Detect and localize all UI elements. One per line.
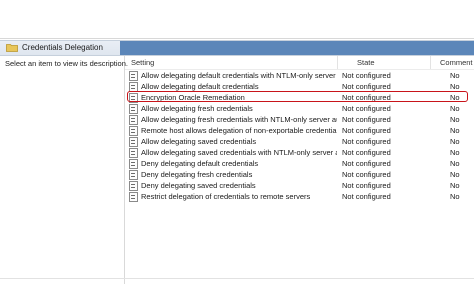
- setting-name: Restrict delegation of credentials to re…: [141, 192, 311, 201]
- policy-setting-icon: [129, 71, 138, 81]
- setting-name: Allow delegating saved credentials: [141, 137, 257, 146]
- top-strip: [0, 0, 474, 40]
- setting-comment: No: [450, 170, 460, 179]
- setting-name: Deny delegating default credentials: [141, 159, 259, 168]
- policy-setting-icon: [129, 170, 138, 180]
- policy-setting-icon: [129, 115, 138, 125]
- description-pane: Select an item to view its description.: [0, 56, 128, 284]
- table-row[interactable]: Remote host allows delegation of non-exp…: [125, 125, 474, 136]
- table-row[interactable]: Deny delegating fresh credentials Not co…: [125, 169, 474, 180]
- setting-name: Allow delegating fresh credentials: [141, 104, 253, 113]
- setting-state: Not configured: [342, 71, 391, 80]
- table-row[interactable]: Deny delegating saved credentials Not co…: [125, 180, 474, 191]
- header-bar: Credentials Delegation: [0, 40, 474, 56]
- table-row[interactable]: Allow delegating saved credentials with …: [125, 147, 474, 158]
- setting-name: Deny delegating saved credentials: [141, 181, 256, 190]
- policy-setting-icon: [129, 192, 138, 202]
- setting-comment: No: [450, 137, 460, 146]
- highlight-box: [127, 91, 468, 102]
- setting-comment: No: [450, 115, 460, 124]
- column-header-comment[interactable]: Comment: [440, 58, 473, 67]
- policy-setting-icon: [129, 181, 138, 191]
- setting-comment: No: [450, 159, 460, 168]
- setting-state: Not configured: [342, 104, 391, 113]
- setting-state: Not configured: [342, 181, 391, 190]
- header-accent: [120, 41, 474, 55]
- description-text: Select an item to view its description.: [5, 59, 128, 68]
- setting-name: Deny delegating fresh credentials: [141, 170, 253, 179]
- setting-name: Allow delegating fresh credentials with …: [141, 115, 337, 124]
- setting-comment: No: [450, 126, 460, 135]
- column-separator[interactable]: [337, 56, 338, 69]
- setting-state: Not configured: [342, 137, 391, 146]
- setting-comment: No: [450, 104, 460, 113]
- policy-setting-icon: [129, 148, 138, 158]
- setting-comment: No: [450, 192, 460, 201]
- setting-name: Remote host allows delegation of non-exp…: [141, 126, 337, 135]
- policy-setting-icon: [129, 159, 138, 169]
- folder-icon: [6, 44, 18, 52]
- top-divider: [0, 38, 474, 39]
- setting-state: Not configured: [342, 192, 391, 201]
- setting-state: Not configured: [342, 126, 391, 135]
- table-row[interactable]: Allow delegating saved credentials Not c…: [125, 136, 474, 147]
- table-row[interactable]: Allow delegating fresh credentials Not c…: [125, 103, 474, 114]
- setting-state: Not configured: [342, 170, 391, 179]
- setting-state: Not configured: [342, 148, 391, 157]
- table-row[interactable]: Allow delegating fresh credentials with …: [125, 114, 474, 125]
- policy-setting-icon: [129, 126, 138, 136]
- setting-state: Not configured: [342, 159, 391, 168]
- column-separator[interactable]: [430, 56, 431, 69]
- header-title: Credentials Delegation: [22, 43, 103, 52]
- column-header-setting[interactable]: Setting: [131, 58, 154, 67]
- table-row[interactable]: Restrict delegation of credentials to re…: [125, 191, 474, 202]
- table-row[interactable]: Allow delegating default credentials wit…: [125, 70, 474, 81]
- setting-comment: No: [450, 181, 460, 190]
- setting-name: Allow delegating saved credentials with …: [141, 148, 337, 157]
- policy-setting-icon: [129, 104, 138, 114]
- bottom-divider: [0, 278, 474, 279]
- policy-setting-icon: [129, 137, 138, 147]
- setting-name: Allow delegating default credentials wit…: [141, 71, 337, 80]
- setting-state: Not configured: [342, 115, 391, 124]
- table-row[interactable]: Deny delegating default credentials Not …: [125, 158, 474, 169]
- setting-comment: No: [450, 71, 460, 80]
- column-header-state[interactable]: State: [357, 58, 375, 67]
- setting-comment: No: [450, 148, 460, 157]
